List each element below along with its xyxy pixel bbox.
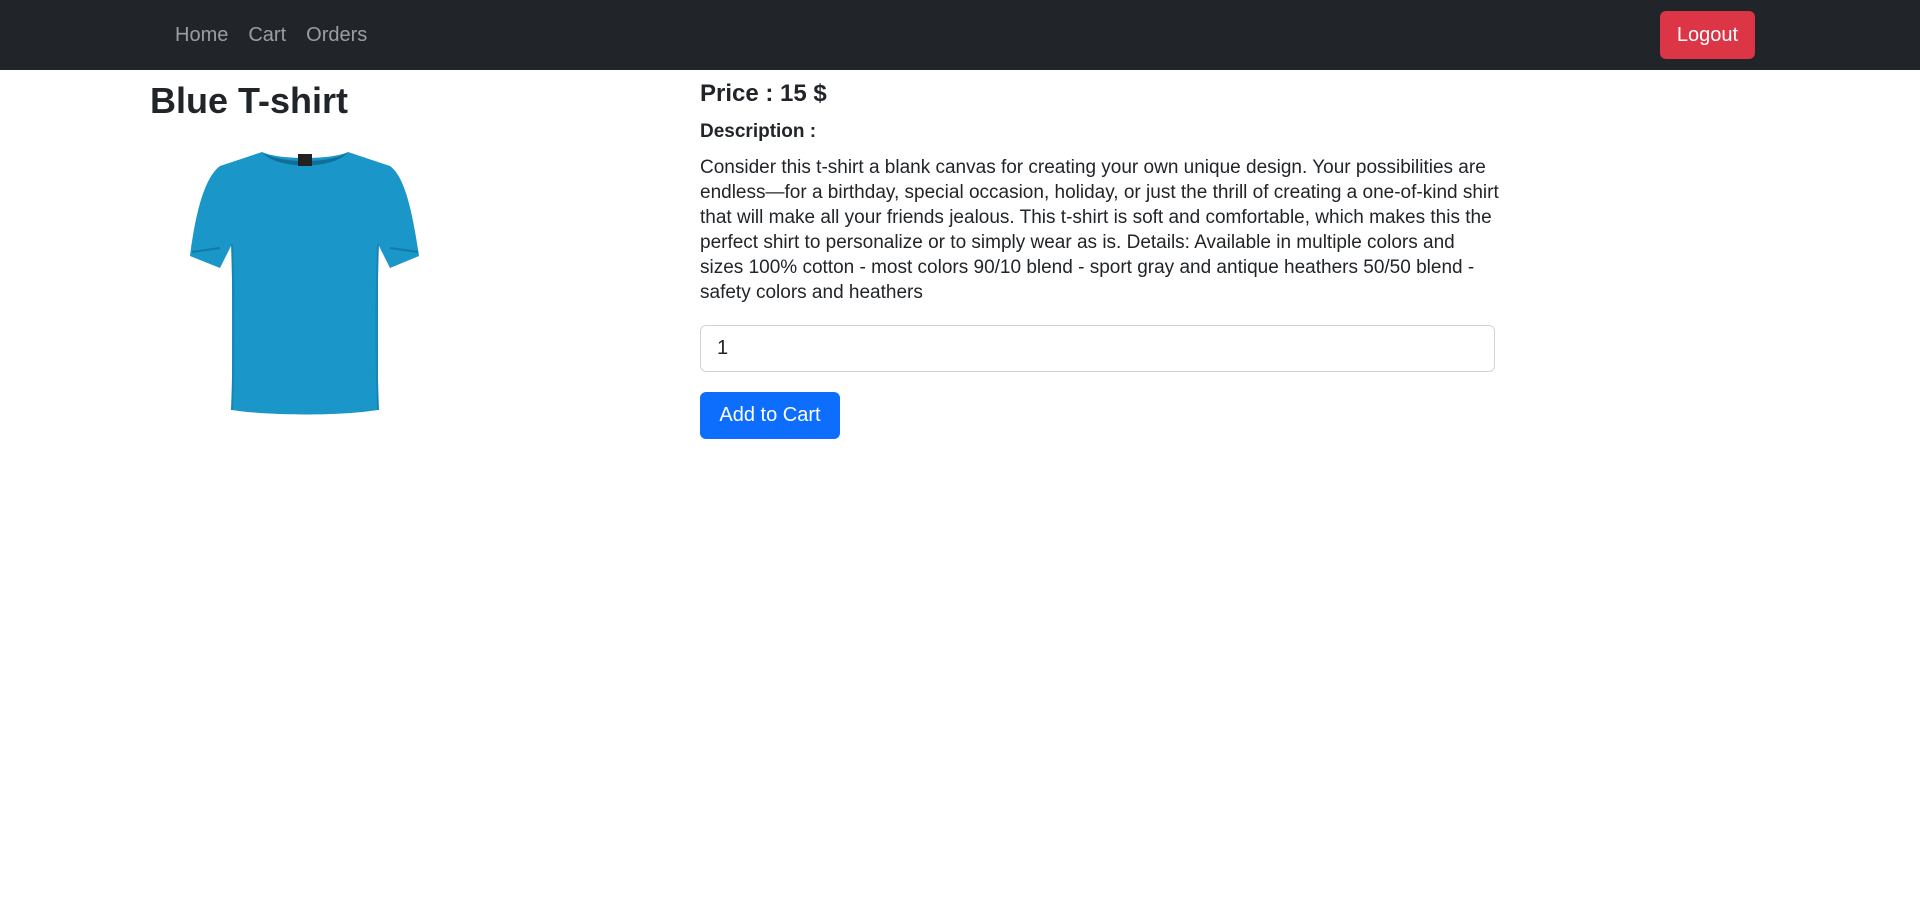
tshirt-image <box>190 152 419 415</box>
add-to-cart-button[interactable]: Add to Cart <box>700 392 840 439</box>
product-description: Consider this t-shirt a blank canvas for… <box>700 157 1499 303</box>
logout-button[interactable]: Logout <box>1660 11 1755 59</box>
product-image <box>190 148 420 418</box>
navbar: Home Cart Orders Logout <box>0 0 1920 70</box>
nav-link-orders[interactable]: Orders <box>306 24 367 47</box>
product-title: Blue T-shirt <box>150 80 349 121</box>
description-label: Description : <box>700 121 817 142</box>
nav-link-cart[interactable]: Cart <box>248 24 286 47</box>
nav-link-home[interactable]: Home <box>175 24 228 47</box>
product-price: Price : 15 $ <box>700 80 827 107</box>
quantity-input[interactable] <box>700 325 1495 372</box>
nav-links: Home Cart Orders <box>175 0 387 70</box>
